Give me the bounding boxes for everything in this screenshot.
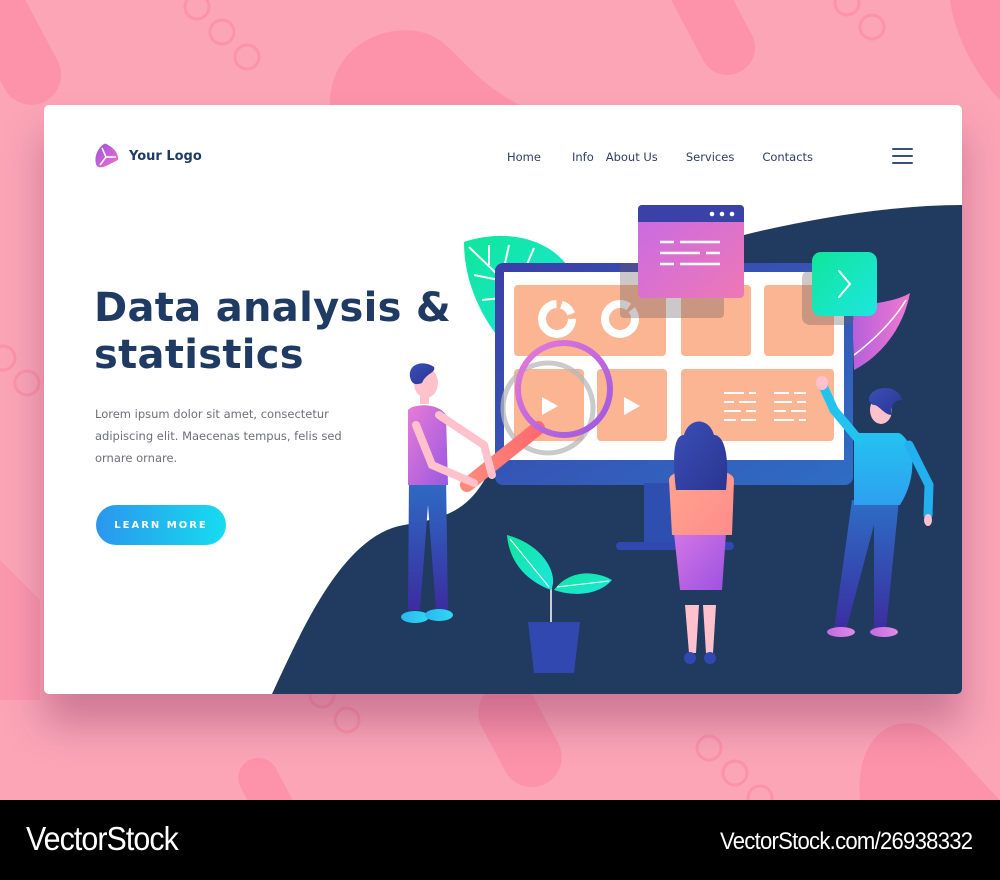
learn-more-button[interactable]: LEARN MORE: [96, 505, 226, 545]
nav-services[interactable]: Services: [686, 150, 735, 164]
next-button-icon: [812, 252, 877, 316]
title-line-1: Data analysis &: [94, 285, 452, 331]
hero-description: Lorem ipsum dolor sit amet, consectetur …: [95, 407, 342, 465]
page-title: Data analysis & statistics: [94, 285, 451, 379]
nav-about-us[interactable]: About Us: [606, 150, 658, 164]
hero-illustration: [272, 205, 962, 694]
triangle-petal-logo-icon: [95, 143, 119, 168]
title-line-2: statistics: [94, 332, 304, 378]
watermark-bar: VectorStock VectorStock.com/26938332: [0, 800, 1000, 880]
landing-page-card: Your Logo Home Info About Us Services Co…: [44, 105, 962, 694]
watermark-brand: VectorStock: [26, 820, 179, 857]
hamburger-menu-icon[interactable]: [892, 148, 913, 164]
nav-contacts[interactable]: Contacts: [762, 150, 813, 164]
nav-info[interactable]: Info: [572, 150, 594, 164]
watermark-url: VectorStock.com/26938332: [719, 828, 973, 855]
logo-text: Your Logo: [129, 148, 202, 164]
main-nav: Home Info About Us Services Contacts: [507, 150, 813, 164]
logo[interactable]: Your Logo: [92, 142, 202, 170]
browser-window-icon: [638, 205, 744, 298]
nav-home[interactable]: Home: [507, 150, 541, 164]
